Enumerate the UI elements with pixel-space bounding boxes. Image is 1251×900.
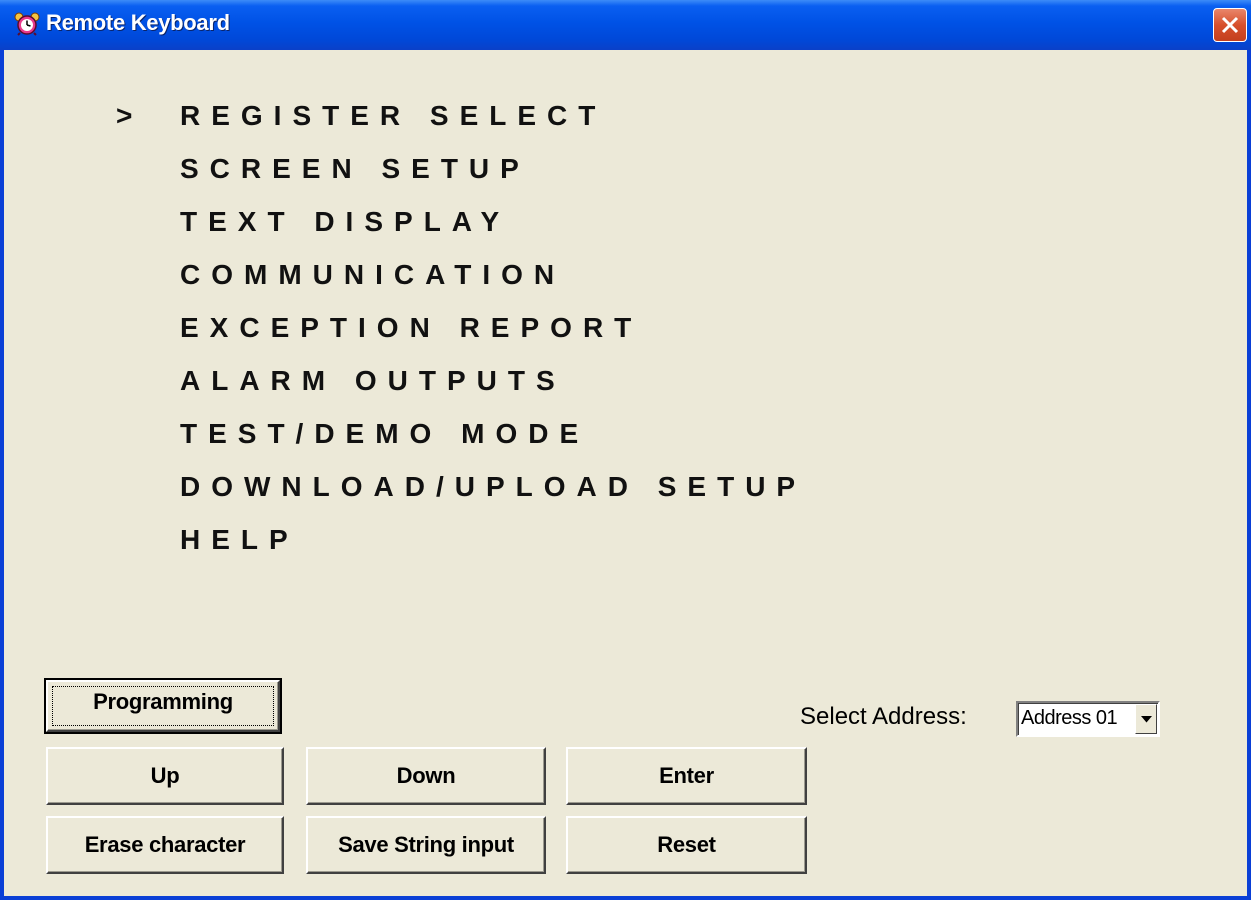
menu-item-label: HELP — [180, 524, 299, 555]
menu-item-label: SCREEN SETUP — [180, 153, 530, 184]
menu-item-label: REGISTER SELECT — [180, 100, 607, 131]
remote-keyboard-window: Remote Keyboard > REGISTER SELECT SCREEN… — [0, 0, 1251, 900]
up-button-label: Up — [150, 763, 180, 788]
window-title: Remote Keyboard — [46, 10, 230, 35]
programming-button[interactable]: Programming — [44, 678, 282, 734]
programming-button-label: Programming — [93, 689, 233, 714]
erase-character-button-label: Erase character — [84, 832, 246, 857]
alarm-clock-icon — [14, 12, 40, 36]
address-select-value: Address 01 — [1021, 707, 1118, 729]
close-icon — [1221, 16, 1239, 34]
title-bar[interactable]: Remote Keyboard — [0, 0, 1251, 50]
menu-item-label: DOWNLOAD/UPLOAD SETUP — [180, 471, 807, 502]
select-address-label: Select Address: — [800, 703, 967, 730]
enter-button-label: Enter — [659, 763, 714, 788]
erase-character-button[interactable]: Erase character — [46, 816, 284, 874]
up-button[interactable]: Up — [46, 747, 284, 805]
down-button-label: Down — [396, 763, 456, 788]
menu-item-label: ALARM OUTPUTS — [180, 365, 566, 396]
menu-cursor: > — [116, 100, 144, 131]
save-string-input-button-label: Save String input — [338, 832, 514, 857]
address-select[interactable]: Address 01 — [1016, 701, 1160, 737]
menu-item-label: COMMUNICATION — [180, 259, 566, 290]
down-button[interactable]: Down — [306, 747, 546, 805]
enter-button[interactable]: Enter — [566, 747, 807, 805]
menu-item-label: EXCEPTION REPORT — [180, 312, 643, 343]
chevron-down-icon — [1141, 716, 1152, 723]
reset-button[interactable]: Reset — [566, 816, 807, 874]
menu-item-label: TEXT DISPLAY — [180, 206, 511, 237]
dropdown-button[interactable] — [1135, 704, 1157, 734]
save-string-input-button[interactable]: Save String input — [306, 816, 546, 874]
reset-button-label: Reset — [657, 832, 716, 857]
menu-item-label: TEST/DEMO MODE — [180, 418, 590, 449]
close-button[interactable] — [1213, 8, 1247, 42]
